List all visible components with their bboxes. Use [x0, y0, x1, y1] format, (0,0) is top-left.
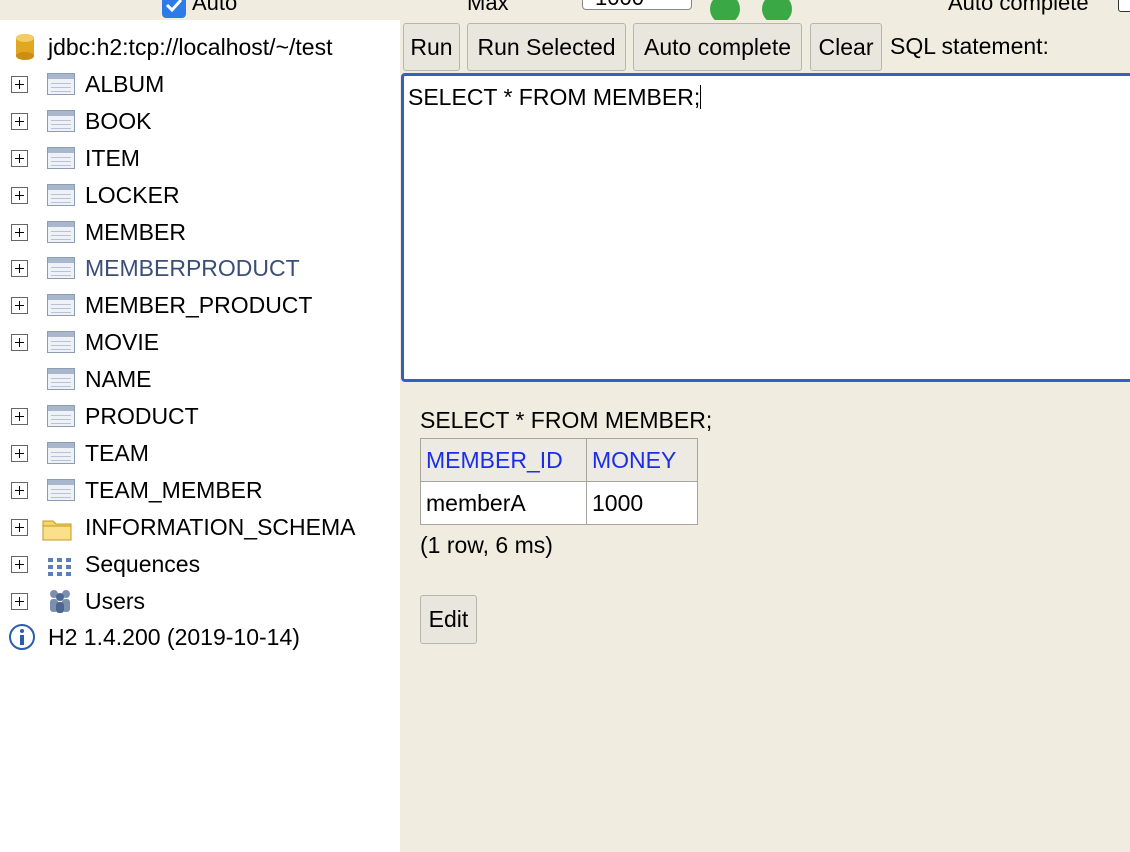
tree-item-label: Users	[85, 587, 146, 614]
tree-item-label: MEMBER_PRODUCT	[85, 292, 313, 319]
tree-item-name[interactable]: NAME	[0, 361, 400, 397]
tree-item-label: ITEM	[85, 144, 140, 171]
sequences-icon	[46, 552, 74, 576]
clear-button[interactable]: Clear	[810, 23, 882, 71]
table-icon	[47, 72, 75, 95]
tree-item-users[interactable]: Users	[0, 583, 400, 619]
table-icon	[47, 146, 75, 169]
table-icon	[47, 294, 75, 317]
tree-item-label: LOCKER	[85, 181, 180, 208]
expand-icon[interactable]	[11, 334, 28, 352]
column-header[interactable]: MONEY	[586, 438, 698, 482]
tree-item-label: MOVIE	[85, 329, 160, 356]
run-button[interactable]: Run	[403, 23, 460, 71]
result-header-row: MEMBER_ID MONEY	[420, 438, 698, 482]
sql-editor[interactable]: SELECT * FROM MEMBER;	[401, 73, 1130, 382]
auto-complete-button[interactable]: Auto complete	[633, 23, 802, 71]
table-cell: memberA	[420, 481, 587, 525]
expand-icon[interactable]	[11, 223, 28, 241]
tree-item-information-schema[interactable]: INFORMATION_SCHEMA	[0, 509, 400, 545]
run-icon[interactable]	[710, 0, 740, 20]
tree-item-label: BOOK	[85, 107, 152, 134]
edit-button[interactable]: Edit	[420, 595, 477, 644]
tree-item-locker[interactable]: LOCKER	[0, 177, 400, 213]
connection-label: jdbc:h2:tcp://localhost/~/test	[48, 34, 333, 60]
sql-statement-label: SQL statement:	[890, 33, 1049, 59]
version-label: H2 1.4.200 (2019-10-14)	[48, 624, 300, 651]
expand-icon[interactable]	[11, 149, 28, 167]
auto-commit-label: Auto	[192, 0, 238, 15]
expand-icon[interactable]	[11, 260, 28, 278]
tree-item-memberproduct[interactable]: MEMBERPRODUCT	[0, 250, 400, 286]
tree-item-label: Sequences	[85, 550, 201, 577]
expand-icon[interactable]	[11, 75, 28, 93]
expand-icon[interactable]	[11, 555, 28, 573]
tree-item-label: NAME	[85, 366, 152, 393]
auto-complete-select[interactable]	[1118, 0, 1130, 12]
run-selected-button[interactable]: Run Selected	[467, 23, 626, 71]
tree-item-album[interactable]: ALBUM	[0, 66, 400, 102]
table-icon	[47, 331, 75, 354]
table-cell: 1000	[586, 481, 698, 525]
result-query-text: SELECT * FROM MEMBER;	[420, 407, 713, 433]
users-icon	[46, 588, 74, 613]
table-icon	[47, 257, 75, 280]
table-icon	[47, 109, 75, 132]
database-icon	[14, 33, 42, 60]
result-info: (1 row, 6 ms)	[420, 532, 553, 558]
version-info: H2 1.4.200 (2019-10-14)	[0, 619, 400, 655]
folder-icon	[42, 515, 72, 541]
tree-item-sequences[interactable]: Sequences	[0, 546, 400, 582]
expand-icon[interactable]	[11, 186, 28, 204]
auto-commit-checkbox[interactable]	[162, 0, 186, 18]
tree-item-label: PRODUCT	[85, 403, 199, 429]
table-icon	[47, 220, 75, 243]
expand-icon[interactable]	[11, 112, 28, 130]
tree-item-member-product[interactable]: MEMBER_PRODUCT	[0, 287, 400, 323]
object-tree: jdbc:h2:tcp://localhost/~/test ALBUM BOOK I…	[0, 20, 400, 852]
expand-icon[interactable]	[11, 592, 28, 610]
tree-item-label: TEAM	[85, 439, 149, 466]
tree-item-label: INFORMATION_SCHEMA	[85, 513, 356, 540]
tree-item-team-member[interactable]: TEAM_MEMBER	[0, 472, 400, 508]
tree-item-label: MEMBERPRODUCT	[85, 255, 300, 282]
run-selected-icon[interactable]	[762, 0, 792, 20]
table-icon	[47, 478, 75, 501]
table-icon	[47, 441, 75, 464]
expand-icon[interactable]	[11, 518, 28, 536]
tree-item-label: MEMBER	[85, 218, 186, 245]
tree-item-label: TEAM_MEMBER	[85, 476, 263, 503]
query-panel: Run Run Selected Auto complete Clear SQL…	[400, 20, 1130, 852]
tree-item-movie[interactable]: MOVIE	[0, 324, 400, 360]
table-row: memberA 1000	[420, 481, 698, 525]
connection-node[interactable]: jdbc:h2:tcp://localhost/~/test	[0, 29, 400, 65]
expand-icon[interactable]	[11, 408, 28, 425]
table-icon	[47, 368, 75, 391]
tree-item-book[interactable]: BOOK	[0, 103, 400, 139]
tree-item-label: ALBUM	[85, 70, 165, 97]
table-icon	[47, 405, 75, 427]
tree-item-product[interactable]: PRODUCT	[0, 398, 400, 434]
table-icon	[47, 183, 75, 206]
max-rows-label: Max	[467, 0, 509, 15]
max-rows-input[interactable]: 1000	[582, 0, 692, 10]
tree-item-member[interactable]: MEMBER	[0, 214, 400, 250]
top-toolbar: Auto Max 1000 Auto complete	[0, 0, 1130, 20]
tree-item-team[interactable]: TEAM	[0, 435, 400, 471]
expand-icon[interactable]	[11, 444, 28, 462]
result-table: MEMBER_ID MONEY memberA 1000	[420, 438, 698, 525]
text-cursor	[700, 85, 702, 109]
tree-item-item[interactable]: ITEM	[0, 140, 400, 176]
column-header[interactable]: MEMBER_ID	[420, 438, 587, 482]
expand-icon[interactable]	[11, 297, 28, 315]
info-icon	[8, 623, 36, 651]
expand-icon[interactable]	[11, 481, 28, 499]
auto-complete-label: Auto complete	[948, 0, 1089, 15]
checkmark-icon	[165, 0, 183, 12]
